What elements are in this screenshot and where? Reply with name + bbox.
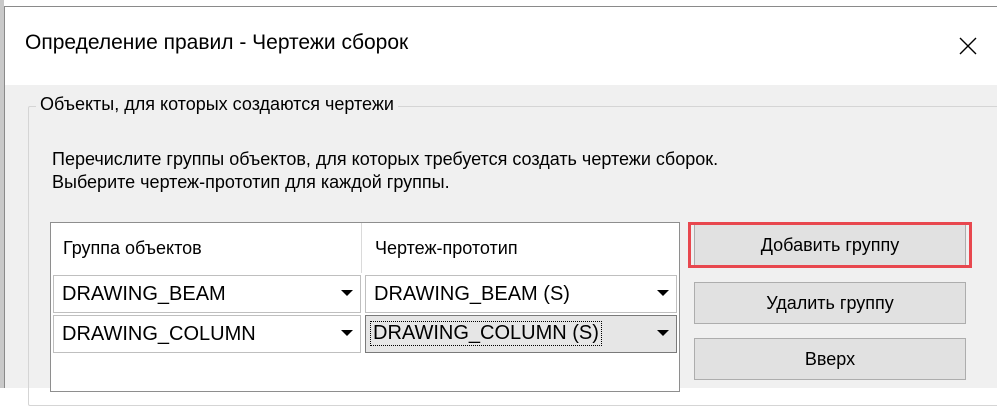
instructions-line-2: Выберите чертеж-прототип для каждой груп… bbox=[52, 172, 450, 192]
dropdown-arrow-icon bbox=[657, 290, 669, 296]
move-up-button[interactable]: Вверх bbox=[694, 338, 966, 380]
dialog-title: Определение правил - Чертежи сборок bbox=[25, 31, 409, 54]
group-combo-row-1[interactable]: DRAWING_BEAM bbox=[53, 275, 361, 313]
prototype-combo-row-2[interactable]: DRAWING_COLUMN (S) bbox=[365, 315, 677, 353]
prototype-value: DRAWING_BEAM (S) bbox=[374, 283, 570, 305]
title-bar: Определение правил - Чертежи сборок bbox=[5, 7, 997, 85]
header-divider bbox=[361, 223, 362, 273]
instructions-line-1: Перечислите группы объектов, для которых… bbox=[52, 149, 719, 169]
prototype-combo-row-1[interactable]: DRAWING_BEAM (S) bbox=[365, 275, 677, 313]
close-icon bbox=[959, 37, 977, 55]
group-combo-row-2[interactable]: DRAWING_COLUMN bbox=[53, 315, 361, 353]
dropdown-arrow-icon bbox=[341, 330, 353, 336]
highlight-frame bbox=[688, 222, 972, 268]
instructions-text: Перечислите группы объектов, для которых… bbox=[52, 148, 718, 194]
object-groups-list[interactable]: Группа объектов Чертеж-прототип DRAWING_… bbox=[50, 222, 680, 392]
column-header-prototype[interactable]: Чертеж-прототип bbox=[375, 223, 518, 273]
close-button[interactable] bbox=[939, 7, 997, 85]
prototype-value: DRAWING_COLUMN (S) bbox=[370, 321, 602, 346]
group-value: DRAWING_COLUMN bbox=[62, 323, 256, 345]
column-header-group[interactable]: Группа объектов bbox=[63, 223, 202, 273]
dropdown-arrow-icon bbox=[657, 330, 669, 336]
group-value: DRAWING_BEAM bbox=[62, 283, 226, 305]
dropdown-arrow-icon bbox=[341, 290, 353, 296]
remove-group-button[interactable]: Удалить группу bbox=[694, 282, 966, 324]
groupbox-legend: Объекты, для которых создаются чертежи bbox=[36, 94, 398, 115]
